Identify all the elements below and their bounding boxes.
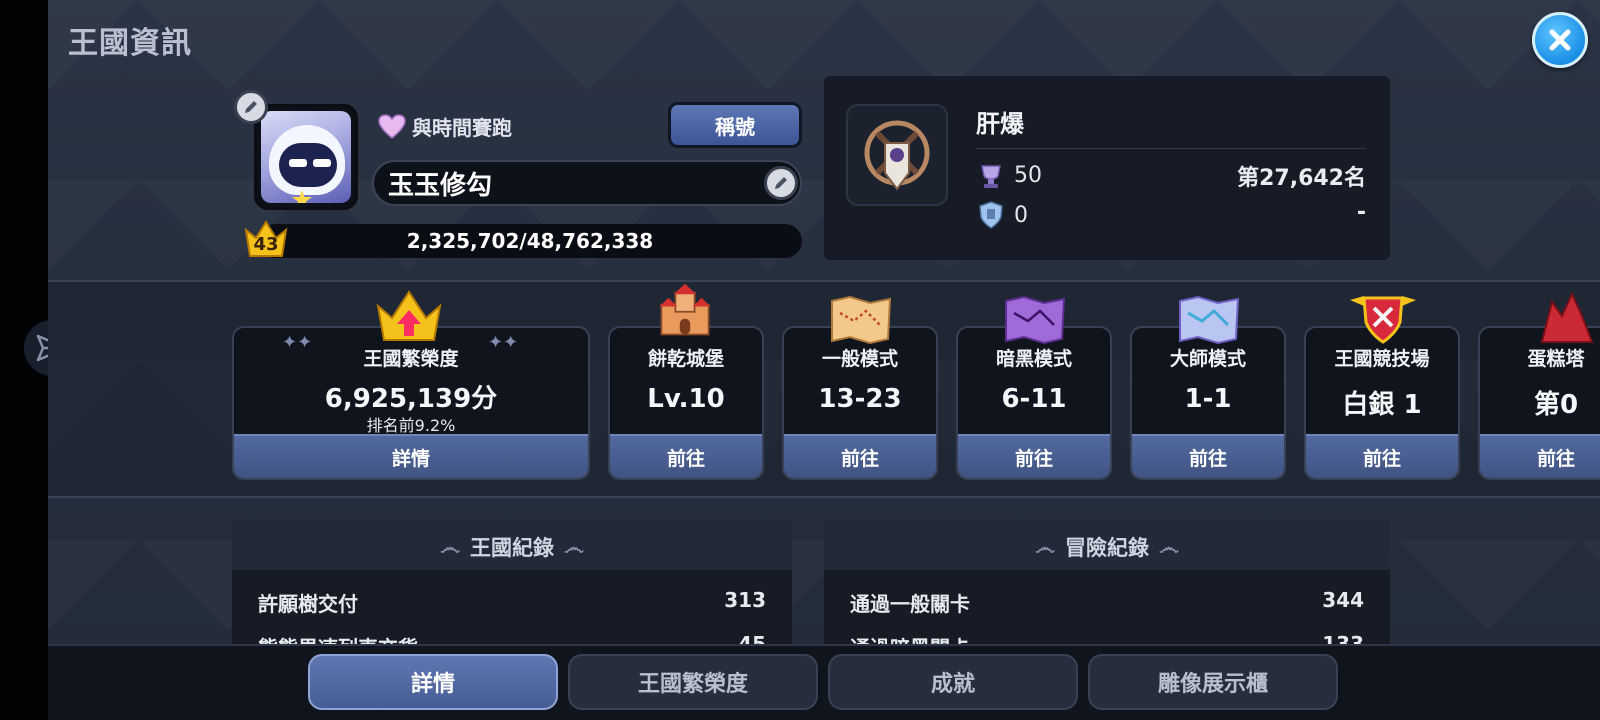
prosperity-score: 6,925,139分 — [324, 384, 498, 414]
title-badge-label: 與時間賽跑 — [412, 116, 512, 140]
trophy-icon — [981, 165, 1001, 188]
dark-map-icon — [1005, 295, 1066, 345]
master-mode-card: 大師模式 1-1 前往 — [1130, 326, 1286, 480]
castle-level: Lv.10 — [647, 384, 725, 414]
avatar-edit-button[interactable] — [234, 90, 268, 124]
tab-statue-showcase[interactable]: 雕像展示櫃 — [1088, 654, 1338, 710]
record-label: 通過一般關卡 — [850, 592, 970, 616]
tower-icon — [1540, 291, 1594, 343]
arena-go-button[interactable]: 前往 — [1306, 434, 1458, 478]
dark-mode-go-button[interactable]: 前往 — [958, 434, 1110, 478]
record-row: 通過一般關卡 344 — [850, 588, 1364, 617]
tower-floor: 第0 — [1533, 390, 1579, 420]
name-edit-button[interactable] — [764, 166, 798, 200]
kingdom-arena-card: 王國競技場 白銀 1 前往 — [1304, 326, 1460, 480]
avatar — [261, 111, 351, 203]
kingdom-records-panel: ෴ 王國紀錄 ෴ 許願樹交付 313 熊熊果凍列車交貨 45 — [232, 520, 792, 660]
record-value: 313 — [724, 588, 766, 612]
experience-text: 2,325,702/48,762,338 — [406, 229, 654, 253]
guild-trophy-count: 50 — [1014, 162, 1042, 188]
cake-tower-card: 蛋糕塔 第0 前往 — [1478, 326, 1600, 480]
castle-label: 餅乾城堡 — [647, 348, 724, 370]
adventure-records-panel: ෴ 冒險紀錄 ෴ 通過一般關卡 344 通過暗黑關卡 133 — [824, 520, 1390, 660]
player-name: 玉玉修勾 — [388, 170, 493, 201]
tower-label: 蛋糕塔 — [1527, 348, 1585, 370]
guild-emblem-icon — [864, 120, 930, 191]
arena-label: 王國競技場 — [1334, 348, 1430, 370]
shield-icon — [979, 201, 1003, 229]
castle-go-button[interactable]: 前往 — [610, 434, 762, 478]
prosperity-rank: 排名前9.2% — [366, 416, 456, 435]
record-label: 許願樹交付 — [258, 592, 358, 616]
swirl-left-icon: ෴ — [1035, 534, 1055, 559]
guild-panel: 肝爆 50 第27,642名 0 - — [824, 76, 1390, 260]
player-level: 43 — [253, 234, 279, 255]
tab-achievements[interactable]: 成就 — [828, 654, 1078, 710]
kingdom-records-header: ෴ 王國紀錄 ෴ — [232, 520, 792, 562]
guild-shield-row: 0 — [976, 200, 1028, 230]
normal-mode-label: 一般模式 — [821, 348, 898, 370]
normal-mode-go-button[interactable]: 前往 — [784, 434, 936, 478]
swirl-right-icon: ෴ — [1159, 534, 1179, 559]
pencil-icon — [775, 177, 787, 189]
swirl-right-icon: ෴ — [564, 534, 584, 559]
dark-mode-card: 暗黑模式 6-11 前往 — [956, 326, 1112, 480]
kingdom-records-title: 王國紀錄 — [470, 536, 554, 560]
adventure-records-header: ෴ 冒險紀錄 ෴ — [824, 520, 1390, 562]
heart-icon — [378, 113, 406, 139]
normal-mode-card: 一般模式 13-23 前往 — [782, 326, 938, 480]
experience-bar: 2,325,702/48,762,338 — [258, 224, 802, 258]
close-button[interactable] — [1532, 12, 1588, 68]
guild-shield-rank: - — [1356, 200, 1366, 225]
guild-trophy-row: 50 — [976, 160, 1042, 190]
swirl-left-icon: ෴ — [440, 534, 460, 559]
guild-divider — [976, 148, 1366, 149]
sparkle-right-icon: ✦✦ — [488, 332, 519, 353]
prosperity-details-button[interactable]: 詳情 — [234, 434, 588, 478]
window-title: 王國資訊 — [68, 26, 192, 61]
normal-mode-stage: 13-23 — [818, 384, 902, 414]
record-row: 許願樹交付 313 — [258, 588, 766, 617]
avatar-frame[interactable] — [254, 104, 358, 210]
master-map-icon — [1179, 295, 1240, 345]
master-mode-stage: 1-1 — [1184, 384, 1232, 414]
master-mode-go-button[interactable]: 前往 — [1132, 434, 1284, 478]
dark-mode-label: 暗黑模式 — [995, 348, 1072, 370]
castle-icon — [659, 283, 711, 336]
guild-rank: 第27,642名 — [1237, 166, 1366, 191]
normal-map-icon — [831, 295, 892, 345]
nickname-title-button[interactable]: 稱號 — [668, 102, 802, 148]
star-icon — [292, 190, 312, 203]
pencil-icon — [245, 101, 257, 113]
dark-mode-stage: 6-11 — [1001, 384, 1067, 414]
kingdom-crown-icon — [376, 290, 442, 341]
guild-shield-count: 0 — [1014, 202, 1028, 228]
bottom-tab-bar — [48, 644, 1600, 720]
adventure-records-title: 冒險紀錄 — [1065, 536, 1149, 560]
cookie-castle-card: 餅乾城堡 Lv.10 前往 — [608, 326, 764, 480]
arena-tier: 白銀 1 — [1342, 390, 1422, 420]
guild-emblem[interactable] — [846, 104, 948, 206]
kingdom-info-screen: 王國資訊 與時間賽跑 稱號 玉玉修勾 2,325,702/48,762,338 … — [48, 0, 1600, 720]
guild-name: 肝爆 — [976, 110, 1024, 138]
title-badge: 與時間賽跑 — [378, 112, 512, 141]
tower-go-button[interactable]: 前往 — [1480, 434, 1600, 478]
tab-details[interactable]: 詳情 — [308, 654, 558, 710]
player-name-field: 玉玉修勾 — [372, 160, 802, 206]
arena-shield-icon — [1350, 296, 1416, 344]
tab-prosperity[interactable]: 王國繁榮度 — [568, 654, 818, 710]
close-icon — [1549, 29, 1571, 51]
master-mode-label: 大師模式 — [1169, 348, 1246, 370]
record-value: 344 — [1322, 588, 1364, 612]
sparkle-left-icon: ✦✦ — [282, 332, 313, 353]
